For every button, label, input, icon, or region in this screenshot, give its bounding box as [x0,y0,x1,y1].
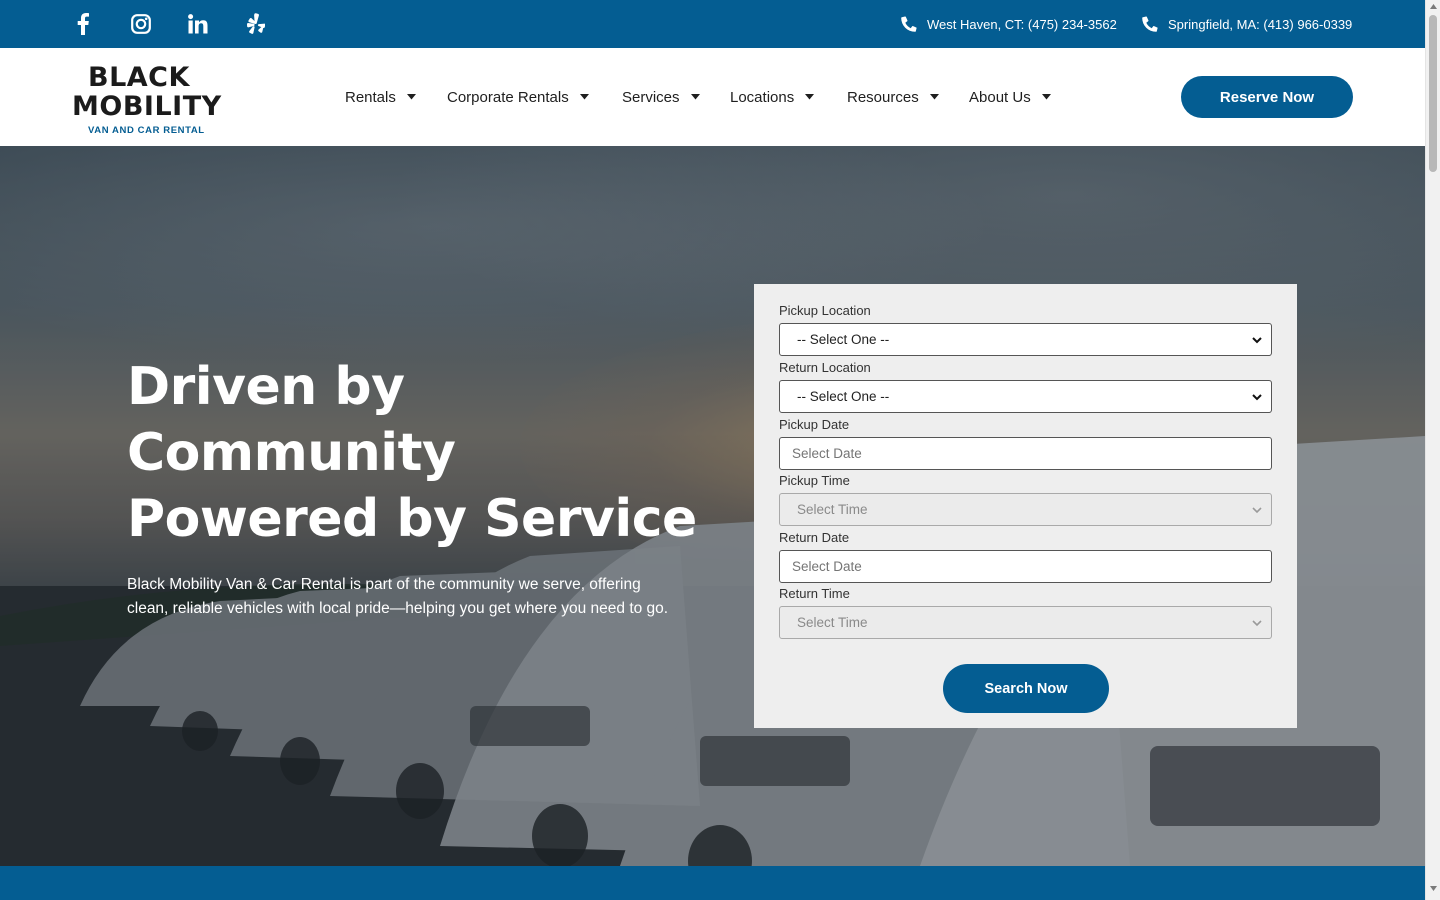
caret-down-icon [690,94,700,100]
phone-icon [1142,16,1158,32]
pickup-location-select[interactable]: -- Select One -- [779,323,1272,356]
return-location-select[interactable]: -- Select One -- [779,380,1272,413]
chevron-down-icon [1252,394,1262,401]
pickup-location-label: Pickup Location [779,303,871,318]
scroll-down-arrow-icon[interactable] [1430,886,1437,891]
nav-item-label: Resources [847,88,919,106]
logo-line2: MOBILITY [72,91,222,122]
phone-label: West Haven, CT: (475) 234-3562 [927,16,1117,32]
instagram-icon[interactable] [125,0,157,48]
page-scrollbar[interactable] [1425,0,1440,900]
headline-line: Driven by [127,357,405,417]
phone-label: Springfield, MA: (413) 966-0339 [1168,16,1353,32]
search-now-button[interactable]: Search Now [943,664,1109,713]
booking-form: Pickup Location -- Select One -- Return … [754,284,1297,728]
nav-item-about-us[interactable]: About Us [969,48,1051,146]
yelp-icon[interactable] [240,0,272,48]
pickup-date-input[interactable]: Select Date [779,437,1272,470]
nav-item-label: Corporate Rentals [447,88,569,106]
pickup-time-label: Pickup Time [779,473,850,488]
next-section-band [0,866,1425,900]
return-date-input[interactable]: Select Date [779,550,1272,583]
nav-item-label: Services [622,88,680,106]
caret-down-icon [1041,94,1051,100]
caret-down-icon [579,94,589,100]
return-date-label: Return Date [779,530,850,545]
pickup-time-select[interactable]: Select Time [779,493,1272,526]
nav-item-locations[interactable]: Locations [730,48,815,146]
hero-description: Black Mobility Van & Car Rental is part … [127,576,669,617]
nav-item-label: Rentals [345,88,396,106]
nav-item-label: About Us [969,88,1031,106]
hero-section: Driven by Community Powered by Service B… [0,146,1425,866]
linkedin-icon[interactable] [182,0,214,48]
logo-tagline: VAN AND CAR RENTAL [88,125,205,136]
scrollbar-thumb[interactable] [1429,15,1437,172]
phone-west-haven[interactable]: West Haven, CT: (475) 234-3562 [901,0,1117,48]
brand-logo[interactable]: BLACK MOBILITY VAN AND CAR RENTAL [72,60,221,136]
chevron-down-icon [1252,620,1262,627]
return-time-label: Return Time [779,586,850,601]
select-value: Select Time [797,615,868,630]
phone-icon [901,16,917,32]
nav-item-resources[interactable]: Resources [847,48,939,146]
select-value: -- Select One -- [797,389,890,404]
pickup-date-label: Pickup Date [779,417,850,432]
caret-down-icon [929,94,939,100]
chevron-down-icon [1252,337,1262,344]
nav-item-rentals[interactable]: Rentals [345,48,416,146]
nav-item-label: Locations [730,88,795,106]
facebook-icon[interactable] [67,0,99,48]
return-time-select[interactable]: Select Time [779,606,1272,639]
headline-line: Powered by Service [127,489,697,549]
site-header: BLACK MOBILITY VAN AND CAR RENTAL Rental… [0,48,1425,146]
return-location-label: Return Location [779,360,871,375]
select-value: -- Select One -- [797,332,890,347]
phone-springfield[interactable]: Springfield, MA: (413) 966-0339 [1142,0,1352,48]
logo-line1: BLACK [88,62,190,93]
select-value: Select Time [797,502,868,517]
scroll-up-arrow-icon[interactable] [1430,4,1437,9]
nav-item-corporate-rentals[interactable]: Corporate Rentals [447,48,589,146]
caret-down-icon [805,94,815,100]
nav-item-services[interactable]: Services [622,48,700,146]
headline-line: Community [127,423,456,483]
chevron-down-icon [1252,507,1262,514]
reserve-now-button[interactable]: Reserve Now [1181,76,1353,118]
input-placeholder: Select Date [792,446,862,461]
input-placeholder: Select Date [792,559,862,574]
caret-down-icon [406,94,416,100]
hero-headline: Driven by Community Powered by Service [127,354,727,552]
top-bar: West Haven, CT: (475) 234-3562 Springfie… [0,0,1425,48]
